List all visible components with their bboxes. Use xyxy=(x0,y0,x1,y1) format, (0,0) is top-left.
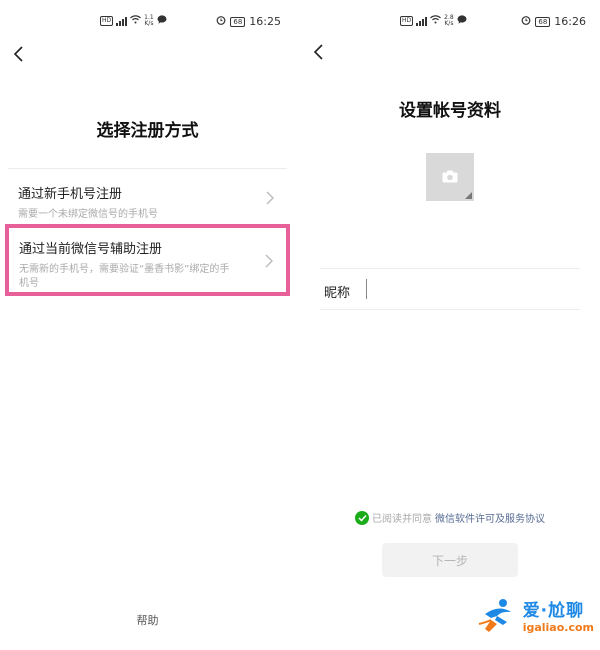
help-link[interactable]: 帮助 xyxy=(0,612,295,628)
checkmark-icon[interactable] xyxy=(355,510,369,525)
hd-icon: HD xyxy=(400,16,414,26)
option-desc: 需要一个未绑定微信号的手机号 xyxy=(18,209,158,220)
avatar-upload[interactable] xyxy=(426,153,474,201)
agreement-link[interactable]: 微信软件许可及服务协议 xyxy=(435,510,545,525)
battery-icon: 68 xyxy=(230,16,246,27)
agreement-prefix: 已阅读并同意 xyxy=(372,514,432,525)
net-speed: 1.1 K/s xyxy=(144,14,154,27)
register-method-screen: HD 1.1 K/s 68 16:25 选择注册方式 通过新手机号注册 需要一个未… xyxy=(0,0,295,650)
net-speed: 2.8 K/s xyxy=(444,14,454,27)
back-button[interactable] xyxy=(10,44,30,64)
signal-icon xyxy=(416,16,428,26)
avatar-corner-mark xyxy=(465,192,472,199)
status-icons-left: HD 1.1 K/s xyxy=(100,15,167,27)
status-icons-right: 68 16:25 xyxy=(216,15,281,28)
agreement-row: 已阅读并同意 微信软件许可及服务协议 xyxy=(300,510,600,525)
watermark: 爱·尬聊 igaliao.com xyxy=(477,594,594,636)
alarm-icon xyxy=(216,15,226,28)
clock: 16:26 xyxy=(554,15,586,28)
option-title: 通过当前微信号辅助注册 xyxy=(19,242,163,257)
next-step-button[interactable]: 下一步 xyxy=(382,543,518,577)
status-bar: HD 1.1 K/s 68 16:25 xyxy=(0,12,295,32)
back-arrow-icon xyxy=(13,46,23,62)
watermark-logo xyxy=(478,599,511,632)
option-current-wechat[interactable]: 通过当前微信号辅助注册 无需新的手机号，需要验证“墨香书影”绑定的手机号 xyxy=(5,224,290,296)
watermark-url: igaliao.com xyxy=(522,621,594,634)
hd-icon: HD xyxy=(100,16,114,26)
status-bar: HD 2.8 K/s 68 16:26 xyxy=(300,12,600,32)
watermark-text: 爱·尬聊 igaliao.com xyxy=(523,596,594,634)
nickname-label: 昵称 xyxy=(324,286,351,301)
battery-icon: 68 xyxy=(535,16,551,27)
page-title: 选择注册方式 xyxy=(96,121,199,141)
register-option-list: 通过新手机号注册 需要一个未绑定微信号的手机号 通过当前微信号辅助注册 无需新的… xyxy=(5,168,290,296)
wifi-icon xyxy=(130,15,142,27)
wifi-icon xyxy=(430,15,442,27)
option-desc: 无需新的手机号，需要验证“墨香书影”绑定的手机号 xyxy=(19,264,230,289)
message-icon xyxy=(157,15,167,27)
page-title: 设置帐号资料 xyxy=(399,101,501,121)
option-title: 通过新手机号注册 xyxy=(18,187,123,202)
profile-setup-screen: HD 2.8 K/s 68 16:26 设置帐号资料 昵称 已阅读并同意 微信软… xyxy=(300,0,600,650)
nickname-input[interactable] xyxy=(366,279,556,299)
option-new-phone[interactable]: 通过新手机号注册 需要一个未绑定微信号的手机号 xyxy=(8,168,287,224)
back-arrow-icon xyxy=(313,44,323,60)
clock: 16:25 xyxy=(249,15,281,28)
status-icons-left: HD 2.8 K/s xyxy=(400,15,467,27)
watermark-title: 爱·尬聊 xyxy=(522,601,585,621)
message-icon xyxy=(457,15,467,27)
nickname-row: 昵称 xyxy=(320,268,580,310)
status-icons-right: 68 16:26 xyxy=(521,15,586,28)
signal-icon xyxy=(116,16,128,26)
back-button[interactable] xyxy=(310,42,330,62)
camera-icon xyxy=(442,170,458,183)
alarm-icon xyxy=(521,15,531,28)
chevron-right-icon xyxy=(265,254,273,268)
chevron-right-icon xyxy=(266,191,274,205)
